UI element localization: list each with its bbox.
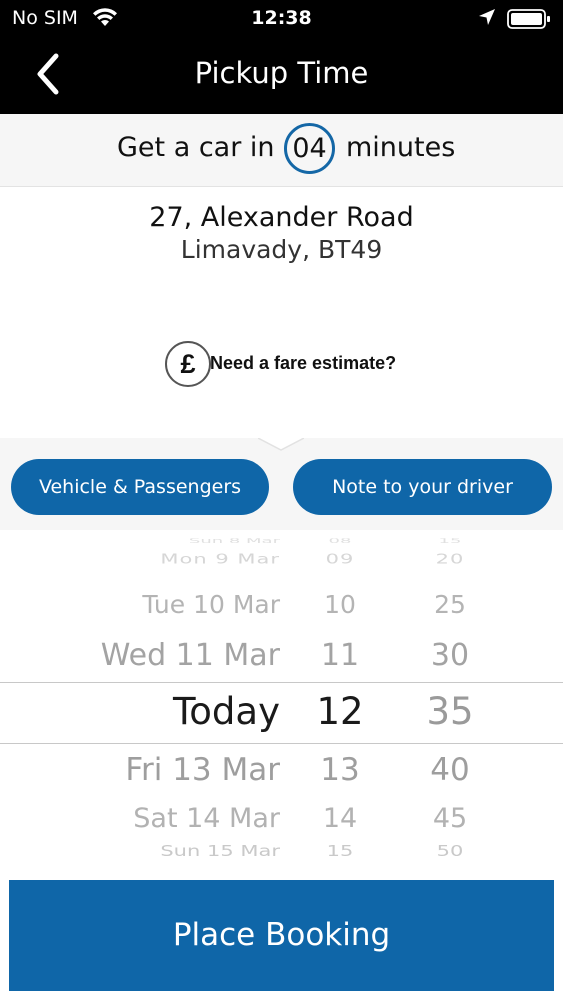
minute-option[interactable]: 50	[400, 843, 500, 859]
day-option[interactable]: Sun 8 Mar	[0, 538, 284, 544]
options-row: Vehicle & Passengers Note to your driver	[0, 438, 563, 530]
battery-icon	[507, 9, 550, 29]
day-option[interactable]: Wed 11 Mar	[0, 638, 284, 673]
address-street: 27, Alexander Road	[149, 202, 414, 233]
day-option[interactable]: Fri 13 Mar	[0, 752, 284, 788]
day-option[interactable]: Mon 9 Mar	[0, 552, 284, 566]
place-booking-button[interactable]: Place Booking	[9, 880, 554, 991]
navigation-bar: Pickup Time	[0, 38, 563, 114]
fare-estimate-link[interactable]: £ Need a fare estimate?	[165, 341, 405, 387]
day-option-selected[interactable]: Today	[0, 690, 284, 733]
hour-option[interactable]: 13	[292, 752, 388, 788]
day-option[interactable]: Sat 14 Mar	[0, 803, 284, 834]
section-pointer	[258, 427, 304, 451]
minute-option[interactable]: 25	[400, 590, 500, 619]
vehicle-passengers-button[interactable]: Vehicle & Passengers	[11, 459, 269, 515]
location-arrow-icon	[479, 9, 495, 25]
minute-wheel[interactable]: 15 20 25 30 35 40 45 50	[400, 530, 500, 875]
minute-option[interactable]: 40	[400, 752, 500, 788]
hour-option[interactable]: 10	[292, 590, 388, 619]
note-to-driver-button[interactable]: Note to your driver	[293, 459, 552, 515]
minute-option-selected[interactable]: 35	[400, 690, 500, 733]
fare-estimate-label: Need a fare estimate?	[210, 353, 397, 373]
pound-icon: £	[165, 341, 211, 387]
status-bar: No SIM 12:38	[0, 0, 563, 38]
eta-suffix-text: minutes	[346, 132, 456, 163]
hour-wheel[interactable]: 08 09 10 11 12 13 14 15	[292, 530, 388, 875]
hour-option[interactable]: 15	[292, 843, 388, 859]
hour-option[interactable]: 11	[292, 638, 388, 673]
day-wheel[interactable]: Sun 8 Mar Mon 9 Mar Tue 10 Mar Wed 11 Ma…	[0, 530, 284, 875]
carrier-label: No SIM	[12, 7, 78, 29]
hour-option[interactable]: 09	[292, 552, 388, 566]
minute-option[interactable]: 45	[400, 803, 500, 834]
wifi-icon	[93, 8, 117, 26]
eta-banner: Get a car in 04 minutes	[0, 114, 563, 187]
pickup-time-picker[interactable]: Sun 8 Mar Mon 9 Mar Tue 10 Mar Wed 11 Ma…	[0, 530, 563, 875]
day-option[interactable]: Sun 15 Mar	[0, 843, 284, 859]
minute-option[interactable]: 30	[400, 638, 500, 673]
minute-option[interactable]: 15	[400, 538, 500, 544]
pickup-address: 27, Alexander Road Limavady, BT49 £ Need…	[0, 188, 563, 438]
eta-prefix-text: Get a car in	[117, 132, 275, 163]
day-option[interactable]: Tue 10 Mar	[0, 590, 284, 619]
hour-option-selected[interactable]: 12	[292, 690, 388, 733]
page-title: Pickup Time	[194, 56, 369, 90]
minute-option[interactable]: 20	[400, 552, 500, 566]
hour-option[interactable]: 14	[292, 803, 388, 834]
address-town: Limavady, BT49	[180, 235, 383, 264]
back-chevron-icon[interactable]	[26, 52, 70, 96]
eta-minutes-badge: 04	[284, 123, 335, 174]
hour-option[interactable]: 08	[292, 538, 388, 544]
